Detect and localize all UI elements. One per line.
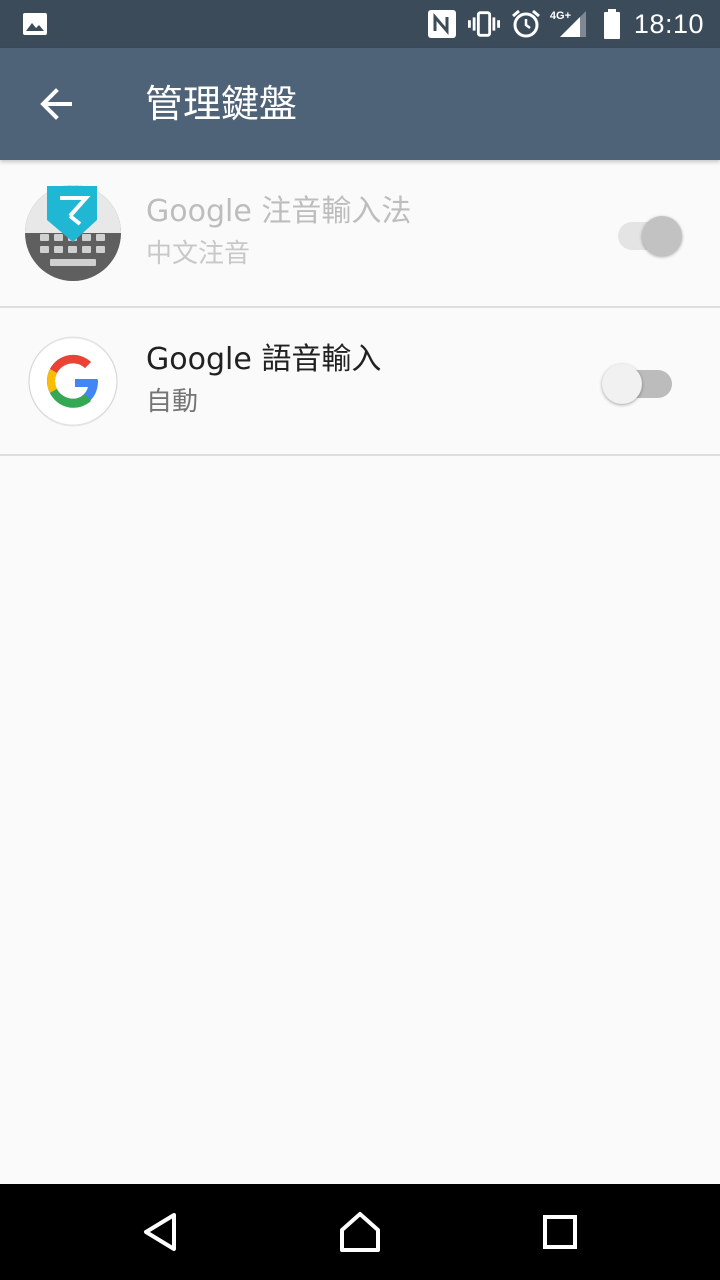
keyboard-list: Google 注音輸入法 中文注音 Google 語音輸入 自動 <box>0 160 720 456</box>
zhuyin-keyboard-icon <box>24 184 122 282</box>
app-bar: 管理鍵盤 <box>0 48 720 160</box>
keyboard-item-texts: Google 注音輸入法 中文注音 <box>146 192 411 272</box>
keyboard-item-texts: Google 語音輸入 自動 <box>146 340 381 420</box>
keyboard-item-zhuyin[interactable]: Google 注音輸入法 中文注音 <box>0 160 720 308</box>
keyboard-subtitle: 自動 <box>146 387 199 417</box>
arrow-back-icon[interactable] <box>28 76 84 132</box>
voice-input-toggle[interactable] <box>602 362 672 404</box>
recents-icon[interactable] <box>530 1202 590 1262</box>
network-type-label: 4G+ <box>549 10 572 22</box>
status-time: 18:10 <box>633 8 704 39</box>
status-icons: 4G+ 18:10 <box>426 0 704 48</box>
page-title: 管理鍵盤 <box>145 82 298 126</box>
keyboard-name: Google 注音輸入法 <box>146 194 412 229</box>
navigation-bar <box>0 1184 720 1280</box>
alarm-icon <box>510 8 542 40</box>
google-g-icon <box>24 332 122 430</box>
home-icon[interactable] <box>330 1202 390 1262</box>
image-icon <box>22 12 48 36</box>
battery-icon <box>602 8 622 40</box>
vibrate-icon <box>467 8 500 40</box>
zhuyin-toggle[interactable] <box>618 214 688 256</box>
back-triangle-icon[interactable] <box>130 1202 190 1262</box>
signal-icon: 4G+ <box>549 8 592 40</box>
toggle-thumb <box>642 216 682 256</box>
status-bar: 4G+ 18:10 <box>0 0 720 48</box>
nfc-icon <box>426 8 458 40</box>
keyboard-name: Google 語音輸入 <box>146 342 382 377</box>
keyboard-item-voice[interactable]: Google 語音輸入 自動 <box>0 308 720 456</box>
keyboard-subtitle: 中文注音 <box>146 239 251 269</box>
toggle-thumb <box>602 364 642 404</box>
